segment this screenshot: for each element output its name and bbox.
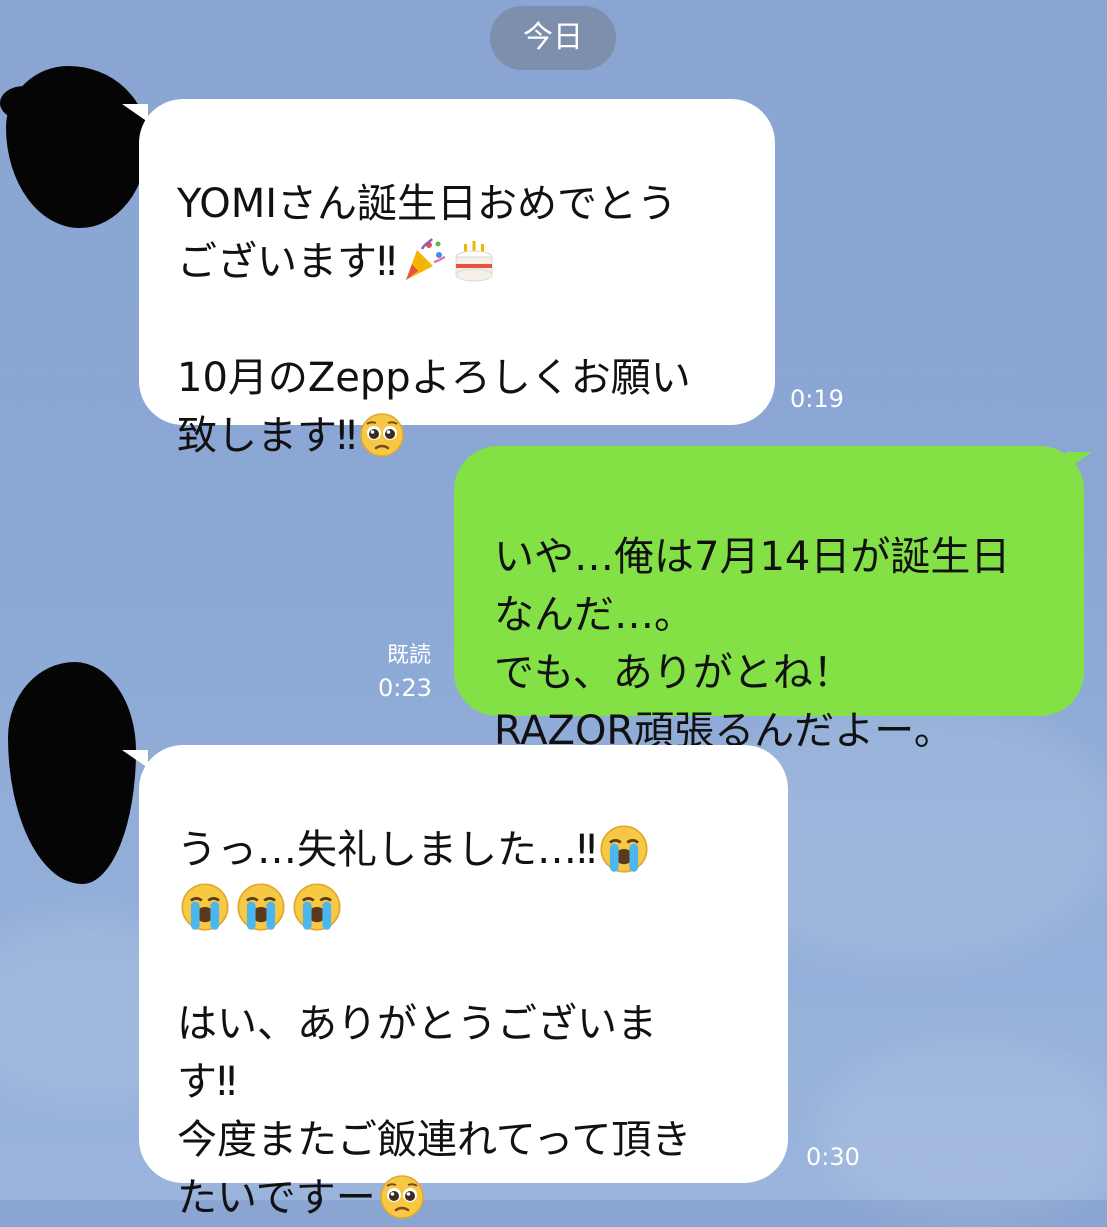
message-timestamp: 0:30 [806, 1143, 860, 1171]
message-text: 10月のZeppよろしくお願い [177, 355, 691, 401]
sender-avatar[interactable] [8, 662, 136, 884]
message-text: いや…俺は7月14日が誕生日 [494, 534, 1011, 580]
message-timestamp: 0:23 [378, 674, 432, 702]
loudly-crying-face-icon [179, 881, 231, 933]
loudly-crying-face-icon [291, 881, 343, 933]
date-separator: 今日 [490, 6, 616, 70]
party-popper-icon [398, 237, 446, 285]
message-bubble-incoming[interactable]: YOMIさん誕生日おめでとう ございます‼ 10月のZeppよろしくお願い 致し… [139, 99, 775, 459]
bubble-tail [122, 750, 148, 768]
message-bubble-incoming[interactable]: うっ…失礼しました…‼ はい、ありがとうございま す‼ 今度またご飯連れてって頂… [139, 745, 788, 1221]
pleading-face-icon [358, 411, 406, 459]
message-text: す‼ [177, 1059, 237, 1105]
message-text: はい、ありがとうございま [177, 1001, 657, 1047]
pleading-face-icon [378, 1173, 426, 1221]
sender-avatar-redaction [0, 86, 48, 120]
loudly-crying-face-icon [235, 881, 287, 933]
message-text: ございます‼ [177, 239, 397, 285]
message-text: たいですー [177, 1175, 376, 1221]
birthday-cake-icon [450, 237, 498, 285]
loudly-crying-face-icon [598, 823, 650, 875]
message-bubble-outgoing[interactable]: いや…俺は7月14日が誕生日 なんだ…。 でも、ありがとね！ RAZOR頑張るん… [454, 446, 1084, 754]
message-text: なんだ…。 [494, 592, 694, 638]
background-cloud [820, 1040, 1107, 1220]
message-text: でも、ありがとね！ [494, 650, 853, 696]
read-receipt: 既読 [387, 643, 432, 668]
bubble-tail [122, 104, 148, 122]
message-text: 致します‼ [177, 413, 357, 459]
message-text: うっ…失礼しました…‼ [177, 827, 597, 873]
message-text: 今度またご飯連れてって頂き [177, 1117, 692, 1163]
message-text: YOMIさん誕生日おめでとう [177, 181, 678, 227]
message-timestamp: 0:19 [790, 385, 844, 413]
